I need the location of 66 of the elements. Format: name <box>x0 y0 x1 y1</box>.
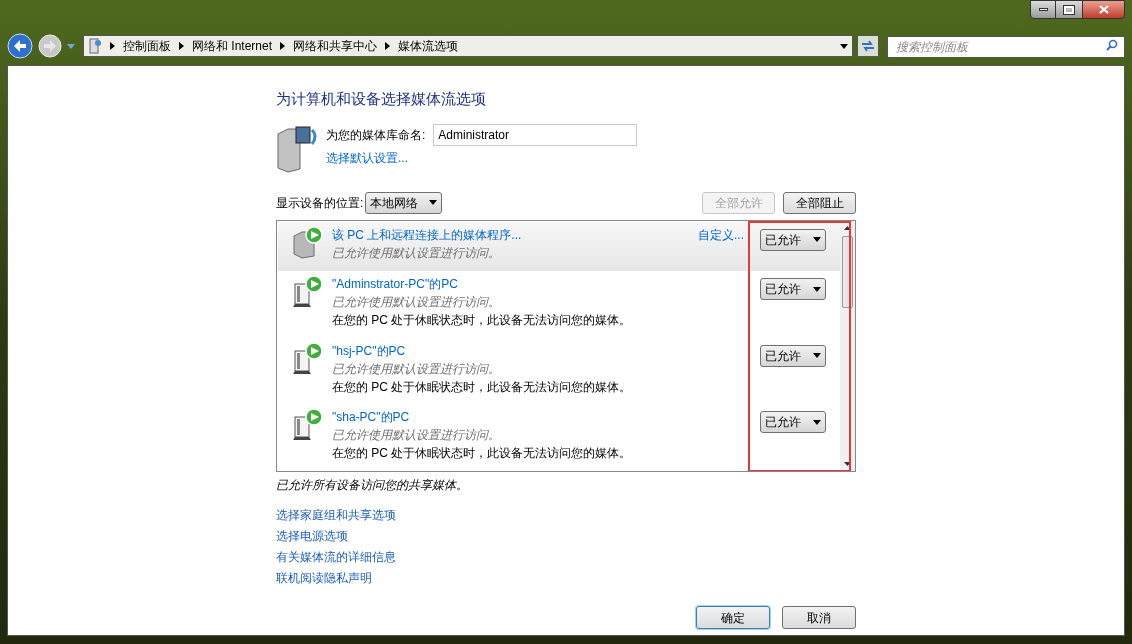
breadcrumb-item[interactable]: 网络和共享中心 <box>293 37 378 55</box>
history-caret-icon[interactable] <box>67 43 75 49</box>
search-icon[interactable] <box>1106 39 1118 51</box>
device-note: 在您的 PC 处于休眠状态时，此设备无法访问您的媒体。 <box>332 378 633 396</box>
caret-icon <box>429 200 438 205</box>
computer-tower-icon <box>290 408 324 443</box>
refresh-button[interactable] <box>857 35 879 57</box>
help-link[interactable]: 选择电源选项 <box>276 526 348 545</box>
action-button[interactable]: 全部阻止 <box>783 191 856 214</box>
device-name[interactable]: "hsj-PC"的PC <box>332 341 406 360</box>
forward-icon[interactable] <box>37 33 63 59</box>
media-library-icon <box>276 123 318 174</box>
chevron-icon[interactable] <box>280 42 286 50</box>
access-dropdown[interactable]: 已允许 <box>760 278 826 301</box>
help-link[interactable]: 有关媒体流的详细信息 <box>276 547 396 566</box>
default-settings-link[interactable]: 选择默认设置... <box>326 148 408 167</box>
help-link[interactable]: 联机阅读隐私声明 <box>276 568 372 587</box>
help-link[interactable]: 选择家庭组和共享选项 <box>276 505 396 524</box>
close-icon <box>1098 5 1109 14</box>
access-dropdown[interactable]: 已允许 <box>760 411 826 434</box>
refresh-icon <box>861 40 875 52</box>
device-note: 在您的 PC 处于休眠状态时，此设备无法访问您的媒体。 <box>332 312 633 330</box>
caret-icon[interactable] <box>840 43 848 49</box>
search-field[interactable]: 搜索控制面板 <box>887 36 1125 58</box>
breadcrumb-item[interactable]: 控制面板 <box>123 37 171 55</box>
chevron-icon[interactable] <box>110 42 115 50</box>
control-panel-icon <box>88 38 102 54</box>
device-status: 已允许使用默认设置进行访问。 <box>332 360 501 378</box>
address-bar[interactable]: 控制面板 网络和 Internet 网络和共享中心 媒体流选项 <box>83 35 853 57</box>
close-button[interactable] <box>1082 0 1125 19</box>
customize-link[interactable]: 自定义... <box>698 225 744 244</box>
device-name[interactable]: 该 PC 上和远程连接上的媒体程序... <box>332 225 522 244</box>
dialog-button[interactable]: 确定 <box>696 606 770 629</box>
dialog-button[interactable]: 取消 <box>782 606 856 629</box>
back-icon[interactable] <box>7 33 33 59</box>
device-row[interactable]: 该 PC 上和远程连接上的媒体程序... 自定义... 已允许使用默认设置进行访问。 已允许 <box>278 221 840 272</box>
device-name[interactable]: "sha-PC"的PC <box>332 408 410 427</box>
summary-text: 已允许所有设备访问您的共享媒体。 <box>276 476 468 494</box>
device-name[interactable]: "Adminstrator-PC"的PC <box>332 275 458 294</box>
minimize-button[interactable] <box>1030 0 1056 19</box>
device-status: 已允许使用默认设置进行访问。 <box>332 427 501 445</box>
caret-icon <box>813 286 821 292</box>
computer-tower-icon <box>290 341 324 376</box>
access-dropdown[interactable]: 已允许 <box>760 228 826 251</box>
scroll-down-icon[interactable] <box>844 461 851 466</box>
computer-tower-icon <box>290 275 324 310</box>
scroll-thumb[interactable] <box>842 235 853 308</box>
caret-icon <box>813 419 821 425</box>
library-name-field[interactable]: Administrator <box>433 123 638 146</box>
location-dropdown[interactable]: 本地网络 <box>365 191 443 214</box>
breadcrumb-item[interactable]: 网络和 Internet <box>192 37 273 55</box>
access-dropdown[interactable]: 已允许 <box>760 344 826 367</box>
chevron-icon[interactable] <box>385 42 391 50</box>
field-label: 显示设备的位置: <box>276 194 364 212</box>
page-heading: 为计算机和设备选择媒体流选项 <box>276 89 487 109</box>
breadcrumb-item[interactable]: 媒体流选项 <box>398 37 459 55</box>
device-note: 在您的 PC 处于休眠状态时，此设备无法访问您的媒体。 <box>332 445 633 463</box>
field-label: 为您的媒体库命名: <box>326 126 426 144</box>
caret-icon <box>813 237 821 242</box>
maximize-button[interactable] <box>1056 0 1082 19</box>
device-status: 已允许使用默认设置进行访问。 <box>332 244 501 262</box>
chevron-icon[interactable] <box>179 42 184 50</box>
device-status: 已允许使用默认设置进行访问。 <box>332 294 501 312</box>
media-server-icon <box>290 225 324 260</box>
caret-icon <box>813 353 821 359</box>
scroll-up-icon[interactable] <box>844 225 851 230</box>
